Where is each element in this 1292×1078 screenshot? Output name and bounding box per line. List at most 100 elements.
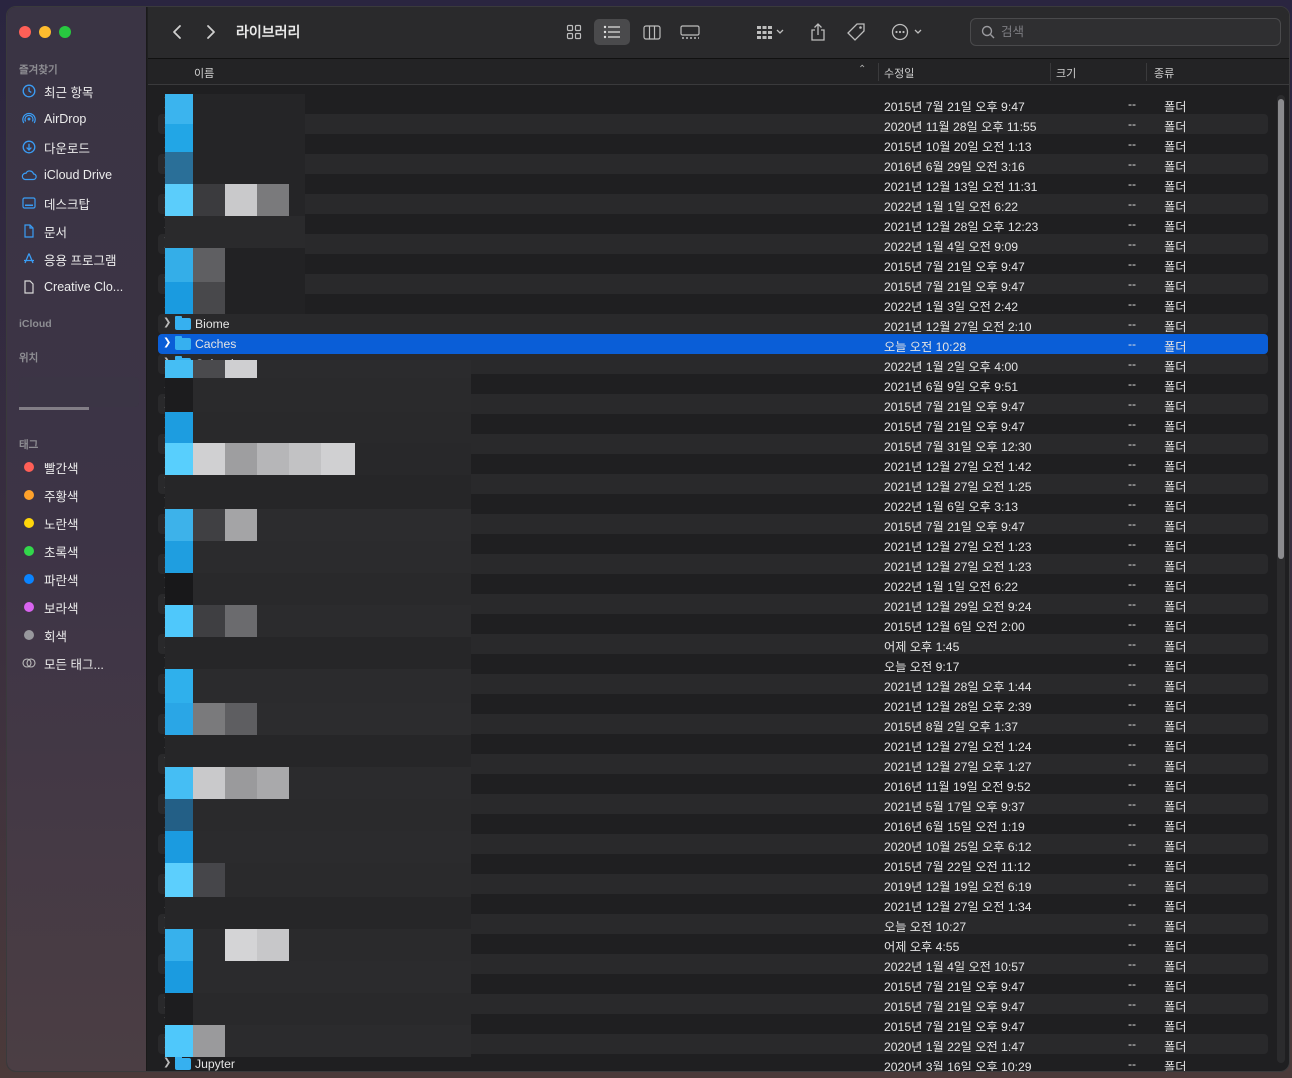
sidebar-tag-yellow[interactable]: 노란색 bbox=[21, 512, 143, 534]
sidebar-item-icloud-drive[interactable]: iCloud Drive bbox=[21, 164, 143, 186]
file-kind: 폴더 bbox=[1164, 780, 1187, 794]
table-row[interactable]: ❯2021년 12월 13일 오전 11:31--폴더 bbox=[158, 174, 1268, 194]
column-kind-header[interactable]: 종류 bbox=[1154, 65, 1174, 81]
redaction-block bbox=[193, 863, 225, 897]
column-size-header[interactable]: 크기 bbox=[1056, 65, 1076, 81]
action-menu-button[interactable] bbox=[890, 21, 926, 43]
table-row[interactable]: ❯2022년 1월 1일 오전 6:22--폴더 bbox=[158, 194, 1268, 214]
redaction-block bbox=[165, 993, 193, 1025]
table-row[interactable]: ❯2015년 7월 21일 오후 9:47--폴더 bbox=[158, 94, 1268, 114]
forward-button[interactable] bbox=[202, 21, 220, 43]
table-row[interactable]: ❯2022년 1월 4일 오전 9:09--폴더 bbox=[158, 234, 1268, 254]
applications-icon bbox=[21, 251, 37, 267]
redaction-block bbox=[225, 443, 257, 475]
redaction-block bbox=[289, 929, 471, 961]
column-divider[interactable] bbox=[1146, 63, 1147, 81]
sidebar-tag-red[interactable]: 빨간색 bbox=[21, 456, 143, 478]
minimize-button[interactable] bbox=[39, 26, 51, 38]
sidebar-item-desktop[interactable]: 데스크탑 bbox=[21, 192, 143, 214]
search-input[interactable] bbox=[1001, 25, 1261, 39]
file-kind: 폴더 bbox=[1164, 740, 1187, 754]
gallery-view-button[interactable] bbox=[676, 21, 704, 43]
list-icon bbox=[603, 25, 620, 39]
share-button[interactable] bbox=[808, 21, 828, 43]
close-button[interactable] bbox=[19, 26, 31, 38]
table-row[interactable]: ❯2016년 6월 29일 오전 3:16--폴더 bbox=[158, 154, 1268, 174]
tag-label: 모든 태그... bbox=[44, 657, 104, 672]
tag-label: 빨간색 bbox=[44, 461, 79, 476]
tag-label: 파란색 bbox=[44, 573, 79, 588]
search-field[interactable] bbox=[970, 18, 1281, 46]
file-kind: 폴더 bbox=[1164, 580, 1187, 594]
sidebar-item-documents[interactable]: 문서 bbox=[21, 220, 143, 242]
file-kind: 폴더 bbox=[1164, 380, 1187, 394]
redaction-block bbox=[355, 443, 471, 475]
column-date-header[interactable]: 수정일 bbox=[884, 65, 914, 81]
folder-icon bbox=[175, 336, 191, 350]
modified-date: 2015년 7월 21일 오후 9:47 bbox=[884, 260, 1025, 274]
file-kind: 폴더 bbox=[1164, 940, 1187, 954]
group-by-button[interactable] bbox=[752, 21, 790, 43]
sidebar-item-airdrop[interactable]: AirDrop bbox=[21, 108, 143, 130]
sidebar-item-downloads[interactable]: 다운로드 bbox=[21, 136, 143, 158]
disclosure-chevron-icon[interactable]: ❯ bbox=[163, 317, 171, 328]
file-size: -- bbox=[1128, 857, 1137, 871]
sidebar-item-creative-cloud[interactable]: Creative Clo... bbox=[21, 276, 143, 298]
sidebar-item-recents[interactable]: 최근 항목 bbox=[21, 80, 143, 102]
file-kind: 폴더 bbox=[1164, 540, 1187, 554]
back-button[interactable] bbox=[168, 21, 186, 43]
file-kind: 폴더 bbox=[1164, 480, 1187, 494]
redaction-block bbox=[193, 993, 471, 1025]
redaction-block bbox=[257, 605, 471, 637]
redaction-block bbox=[193, 605, 225, 637]
file-size: -- bbox=[1128, 517, 1137, 531]
redaction-block bbox=[165, 282, 193, 314]
modified-date: 2015년 7월 21일 오후 9:47 bbox=[884, 1000, 1025, 1014]
list-view-button[interactable] bbox=[594, 19, 630, 45]
sidebar-tag-gray[interactable]: 회색 bbox=[21, 624, 143, 646]
modified-date: 2021년 12월 29일 오전 9:24 bbox=[884, 600, 1032, 614]
redaction-block bbox=[193, 378, 471, 412]
scrollbar-thumb[interactable] bbox=[1278, 99, 1284, 559]
table-row[interactable]: ❯n2022년 1월 3일 오전 2:42--폴더 bbox=[158, 294, 1268, 314]
redaction-block bbox=[193, 184, 225, 216]
table-row[interactable]: ❯ Biome 2021년 12월 27일 오전 2:10 -- 폴더 bbox=[158, 314, 1268, 334]
sidebar-tag-purple[interactable]: 보라색 bbox=[21, 596, 143, 618]
redaction-block bbox=[165, 799, 193, 831]
tag-button[interactable] bbox=[846, 21, 868, 43]
table-row[interactable]: ❯2015년 10월 20일 오전 1:13--폴더 bbox=[158, 134, 1268, 154]
modified-date: 2015년 7월 21일 오후 9:47 bbox=[884, 280, 1025, 294]
redaction-block bbox=[165, 669, 193, 703]
table-row[interactable]: ❯ Caches 오늘 오전 10:28 -- 폴더 bbox=[158, 334, 1268, 354]
table-row[interactable]: ❯2015년 7월 21일 오후 9:47--폴더 bbox=[158, 274, 1268, 294]
modified-date: 2015년 7월 21일 오후 9:47 bbox=[884, 420, 1025, 434]
redaction-block bbox=[165, 605, 193, 637]
sidebar-item-label: 최근 항목 bbox=[44, 85, 94, 100]
sidebar-tag-orange[interactable]: 주황색 bbox=[21, 484, 143, 506]
file-name: Jupyter bbox=[195, 1057, 235, 1071]
zoom-button[interactable] bbox=[59, 26, 71, 38]
file-size: -- bbox=[1128, 277, 1137, 291]
sidebar-item-applications[interactable]: 응용 프로그램 bbox=[21, 248, 143, 270]
file-kind: 폴더 bbox=[1164, 400, 1187, 414]
file-kind: 폴더 bbox=[1164, 140, 1187, 154]
sidebar-tag-green[interactable]: 초록색 bbox=[21, 540, 143, 562]
file-kind: 폴더 bbox=[1164, 260, 1187, 274]
sidebar-all-tags[interactable]: 모든 태그... bbox=[21, 652, 143, 674]
disclosure-chevron-icon[interactable]: ❯ bbox=[163, 1057, 171, 1068]
table-row[interactable]: ❯2020년 11월 28일 오후 11:55--폴더 bbox=[158, 114, 1268, 134]
column-name-header[interactable]: 이름 bbox=[194, 65, 214, 81]
disclosure-chevron-icon[interactable]: ❯ bbox=[163, 337, 171, 348]
column-divider[interactable] bbox=[878, 63, 879, 81]
modified-date: 2015년 10월 20일 오전 1:13 bbox=[884, 140, 1032, 154]
file-kind: 폴더 bbox=[1164, 500, 1187, 514]
table-row[interactable]: ❯2021년 12월 28일 오후 12:23--폴더 bbox=[158, 214, 1268, 234]
sidebar-tag-blue[interactable]: 파란색 bbox=[21, 568, 143, 590]
icon-view-button[interactable] bbox=[560, 21, 588, 43]
tag-label: 초록색 bbox=[44, 545, 79, 560]
column-divider[interactable] bbox=[1050, 63, 1051, 81]
table-row[interactable]: ❯2015년 7월 21일 오후 9:47--폴더 bbox=[158, 254, 1268, 274]
redaction-block bbox=[165, 509, 193, 541]
column-view-button[interactable] bbox=[638, 21, 666, 43]
file-size: -- bbox=[1128, 137, 1137, 151]
